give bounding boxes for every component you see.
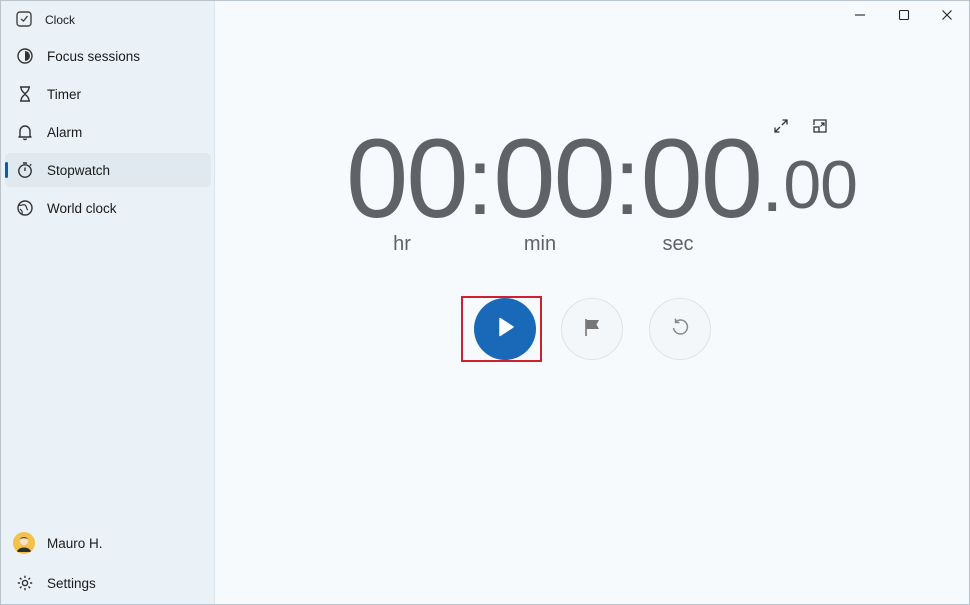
avatar: [13, 532, 35, 554]
sidebar-item-label: Focus sessions: [47, 48, 141, 64]
globe-icon: [15, 198, 35, 218]
clock-window: Clock Focus sessions Timer Alarm Stopwat: [0, 0, 970, 605]
sidebar-item-label: Stopwatch: [47, 162, 111, 178]
sidebar-item-label: World clock: [47, 200, 117, 216]
highlight-annotation-box: [461, 296, 542, 362]
sidebar-item-world-clock[interactable]: World clock: [5, 191, 211, 225]
sidebar-item-timer[interactable]: Timer: [5, 77, 211, 111]
bell-icon: [15, 122, 35, 142]
minutes-value: 00: [493, 116, 616, 241]
navigation-sidebar: Clock Focus sessions Timer Alarm Stopwat: [1, 1, 215, 604]
stopwatch-view: 00 : 00 : 00 . 00 hr min sec: [215, 1, 969, 604]
sidebar-item-label: Alarm: [47, 124, 83, 140]
sidebar-item-label: Timer: [47, 86, 81, 102]
time-separator: :: [613, 128, 641, 235]
sidebar-item-focus-sessions[interactable]: Focus sessions: [5, 39, 211, 73]
decimal-separator: .: [761, 139, 784, 228]
user-account-item[interactable]: Mauro H.: [5, 526, 211, 560]
app-title: Clock: [45, 13, 76, 27]
flag-icon: [581, 316, 603, 343]
seconds-value: 00: [640, 116, 764, 241]
hourglass-icon: [15, 84, 35, 104]
gear-icon: [15, 573, 35, 593]
hours-unit-label: hr: [393, 233, 411, 255]
reset-button[interactable]: [649, 298, 711, 360]
time-separator: :: [466, 128, 494, 235]
stopwatch-display: 00 : 00 : 00 . 00: [346, 116, 858, 241]
hours-value: 00: [346, 116, 469, 241]
sidebar-item-label: Settings: [47, 575, 96, 591]
hundredths-value: 00: [783, 147, 858, 223]
lap-button[interactable]: [561, 298, 623, 360]
clock-app-icon: [15, 10, 33, 31]
stopwatch-icon: [15, 160, 35, 180]
app-title-bar: Clock: [15, 10, 75, 30]
sidebar-item-stopwatch[interactable]: Stopwatch: [5, 153, 211, 187]
seconds-unit-label: sec: [662, 233, 694, 255]
minutes-unit-label: min: [523, 233, 557, 255]
sidebar-item-alarm[interactable]: Alarm: [5, 115, 211, 149]
user-name: Mauro H.: [47, 535, 103, 551]
reset-icon: [669, 316, 691, 343]
sidebar-item-settings[interactable]: Settings: [5, 566, 211, 600]
focus-icon: [15, 46, 35, 66]
